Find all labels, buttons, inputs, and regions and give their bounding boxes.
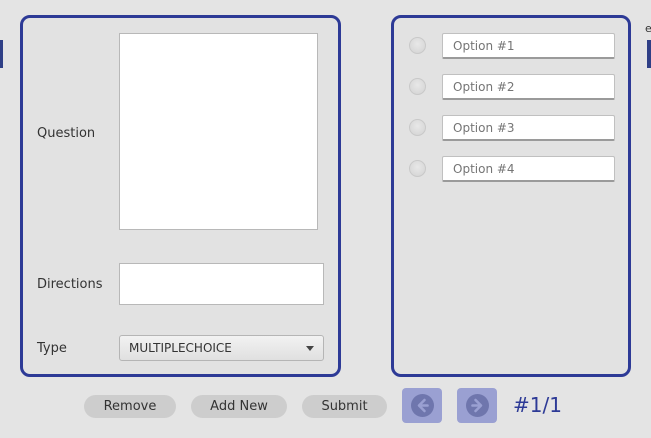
- option-row-1: [409, 33, 619, 59]
- arrow-right-icon: [466, 394, 489, 417]
- options-panel: [391, 15, 631, 377]
- add-new-button[interactable]: Add New: [191, 395, 287, 418]
- page-indicator: #1/1: [513, 393, 562, 417]
- option-field-1[interactable]: [442, 33, 615, 59]
- type-label: Type: [37, 341, 67, 356]
- option-radio-1[interactable]: [409, 37, 426, 54]
- option-field-4[interactable]: [442, 156, 615, 182]
- option-field-2[interactable]: [442, 74, 615, 100]
- directions-field[interactable]: [119, 263, 324, 305]
- option-radio-4[interactable]: [409, 160, 426, 177]
- question-label: Question: [37, 126, 96, 141]
- type-select-value: MULTIPLECHOICE: [129, 341, 232, 355]
- chevron-down-icon: [306, 346, 314, 351]
- submit-button[interactable]: Submit: [302, 395, 387, 418]
- question-panel: Question Directions Type MULTIPLECHOICE: [20, 15, 341, 377]
- background-window-text: e: [645, 22, 651, 35]
- type-select[interactable]: MULTIPLECHOICE: [119, 335, 324, 361]
- background-window-edge-right: [647, 40, 651, 68]
- next-question-button[interactable]: [457, 388, 497, 423]
- directions-label: Directions: [37, 277, 103, 292]
- background-window-edge-left: [0, 40, 3, 68]
- option-row-3: [409, 115, 619, 141]
- previous-question-button[interactable]: [402, 388, 442, 423]
- option-row-2: [409, 74, 619, 100]
- question-textarea[interactable]: [119, 33, 318, 230]
- option-radio-3[interactable]: [409, 119, 426, 136]
- option-row-4: [409, 156, 619, 182]
- option-field-3[interactable]: [442, 115, 615, 141]
- option-radio-2[interactable]: [409, 78, 426, 95]
- arrow-left-icon: [411, 394, 434, 417]
- remove-button[interactable]: Remove: [84, 395, 176, 418]
